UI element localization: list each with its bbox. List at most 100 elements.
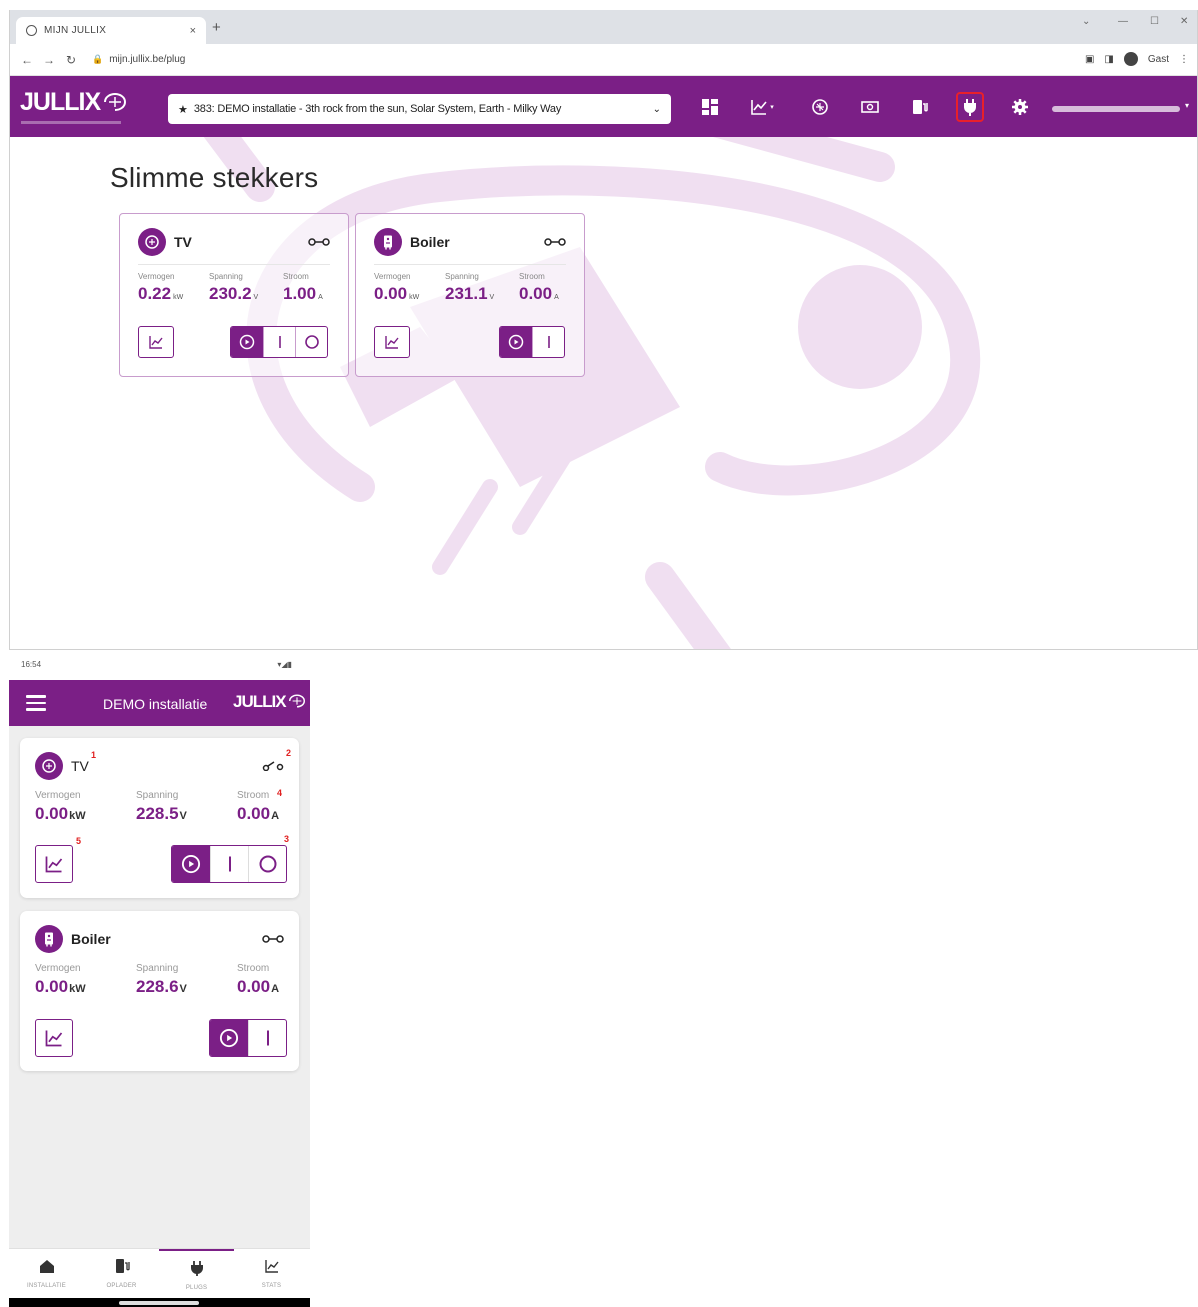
nav-charts[interactable]: ▾ <box>748 92 776 122</box>
power-on-icon <box>228 856 231 872</box>
nav-brain[interactable] <box>806 92 834 122</box>
nav-charger[interactable] <box>906 92 934 122</box>
chart-icon <box>45 856 63 873</box>
user-menu-caret-icon[interactable]: ▾ <box>1185 101 1189 110</box>
nav-settings[interactable] <box>1006 92 1034 122</box>
guest-label[interactable]: Gast <box>1148 54 1169 65</box>
jullix-logo[interactable]: JULLIX <box>20 88 130 117</box>
device-name: Boiler <box>71 931 111 947</box>
close-window-button[interactable]: ✕ <box>1180 16 1188 27</box>
power-label: Vermogen <box>374 272 411 281</box>
money-icon <box>861 101 879 113</box>
current-label: Stroom <box>283 272 309 281</box>
dashboard-icon <box>702 99 718 115</box>
brain-icon <box>35 752 63 780</box>
chart-button[interactable] <box>374 326 410 358</box>
browser-tab[interactable]: MIJN JULLIX × <box>16 17 206 44</box>
mode-auto-button[interactable] <box>231 327 263 357</box>
tab-search-icon[interactable]: ⌄ <box>1082 16 1090 27</box>
mode-off-button[interactable] <box>295 327 327 357</box>
chart-button[interactable] <box>35 845 73 883</box>
annotation-marker: 4 <box>277 788 283 798</box>
nav-plugs[interactable] <box>956 92 984 122</box>
new-tab-button[interactable]: + <box>212 19 221 36</box>
sidepanel-icon[interactable]: ◨ <box>1104 54 1113 65</box>
mode-on-button[interactable] <box>248 1020 286 1056</box>
device-name: TV <box>174 234 192 250</box>
plug-card-tv: TV 1 2 Vermogen Spanning Stroom 4 0.00kW… <box>20 738 299 898</box>
profile-icon[interactable] <box>1123 52 1138 66</box>
bottom-nav-label: OPLADER <box>106 1283 137 1289</box>
tab-close-button[interactable]: × <box>190 25 196 37</box>
voltage-value: 228.6V <box>136 977 187 996</box>
back-icon[interactable]: ← <box>16 53 38 67</box>
auto-play-icon <box>181 854 201 874</box>
bottom-navigation: INSTALLATIE OPLADER PLUGS STATS <box>9 1248 310 1298</box>
disconnected-icon <box>262 761 284 771</box>
mode-toggle <box>499 326 565 358</box>
chart-icon <box>751 100 767 115</box>
plug-card-tv: TV Vermogen Spanning Stroom 0.22 kW 230.2… <box>119 213 349 377</box>
globe-icon <box>26 25 37 36</box>
chart-button[interactable] <box>138 326 174 358</box>
chevron-down-icon: ⌄ <box>652 103 661 115</box>
mode-on-button[interactable] <box>532 327 564 357</box>
auto-play-icon <box>508 334 524 350</box>
url-text: mijn.jullix.be/plug <box>109 54 186 65</box>
bottom-nav-stats[interactable]: STATS <box>234 1249 309 1299</box>
annotation-marker: 3 <box>284 834 290 844</box>
power-value: 0.00kW <box>35 977 86 996</box>
current-label: Stroom <box>237 790 270 801</box>
lock-icon: 🔒 <box>92 54 104 64</box>
device-name: Boiler <box>410 234 450 250</box>
current-label: Stroom <box>237 963 270 974</box>
reload-icon[interactable]: ↻ <box>60 53 82 67</box>
star-icon: ★ <box>178 103 188 116</box>
mode-toggle <box>171 845 287 883</box>
url-field[interactable]: 🔒 mijn.jullix.be/plug <box>92 54 185 65</box>
plug-card-boiler: Boiler Vermogen Spanning Stroom 0.00kW 2… <box>355 213 585 377</box>
mode-off-button[interactable] <box>248 846 286 882</box>
jullix-logo: JULLIX <box>233 692 308 712</box>
power-label: Vermogen <box>138 272 175 281</box>
translate-icon[interactable]: ▣ <box>1085 54 1094 65</box>
bottom-nav-installatie[interactable]: INSTALLATIE <box>9 1249 84 1299</box>
address-bar: ← → ↻ 🔒 mijn.jullix.be/plug ▣ ◨ Gast ⋮ <box>10 44 1197 76</box>
minimize-button[interactable]: — <box>1118 16 1128 27</box>
nav-dashboard[interactable] <box>696 92 724 122</box>
mode-auto-button[interactable] <box>210 1020 248 1056</box>
forward-icon[interactable]: → <box>38 53 60 67</box>
home-pill[interactable] <box>119 1301 199 1305</box>
chart-icon <box>264 1260 279 1273</box>
user-menu[interactable] <box>1052 106 1180 112</box>
power-on-icon <box>278 336 281 348</box>
boiler-icon <box>374 228 402 256</box>
mode-auto-button[interactable] <box>172 846 210 882</box>
mode-toggle <box>230 326 328 358</box>
power-value: 0.22 kW <box>138 284 184 303</box>
maximize-button[interactable]: ☐ <box>1150 16 1159 27</box>
auto-play-icon <box>219 1028 239 1048</box>
mode-toggle <box>209 1019 287 1057</box>
power-value: 0.00kW <box>374 284 420 303</box>
menu-icon[interactable]: ⋮ <box>1179 54 1189 65</box>
mode-on-button[interactable] <box>210 846 248 882</box>
bottom-nav-label: STATS <box>261 1283 282 1289</box>
bottom-nav-oplader[interactable]: OPLADER <box>84 1249 159 1299</box>
status-bar: 16:54 ▾◢▮ <box>9 652 310 680</box>
hamburger-menu-icon[interactable] <box>26 695 46 715</box>
nav-money[interactable] <box>856 92 884 122</box>
mode-auto-button[interactable] <box>500 327 532 357</box>
charger-icon <box>115 1259 130 1273</box>
mode-on-button[interactable] <box>263 327 295 357</box>
tab-title: MIJN JULLIX <box>44 25 107 36</box>
chart-button[interactable] <box>35 1019 73 1057</box>
annotation-marker: 1 <box>91 750 97 760</box>
status-icons: ▾◢▮ <box>277 660 292 669</box>
status-time: 16:54 <box>21 660 42 669</box>
power-on-icon <box>547 336 550 348</box>
charger-icon <box>913 100 928 114</box>
chart-icon <box>149 336 163 349</box>
installation-select[interactable]: ★ 383: DEMO installatie - 3th rock from … <box>168 94 671 124</box>
bottom-nav-plugs[interactable]: PLUGS <box>159 1249 234 1299</box>
